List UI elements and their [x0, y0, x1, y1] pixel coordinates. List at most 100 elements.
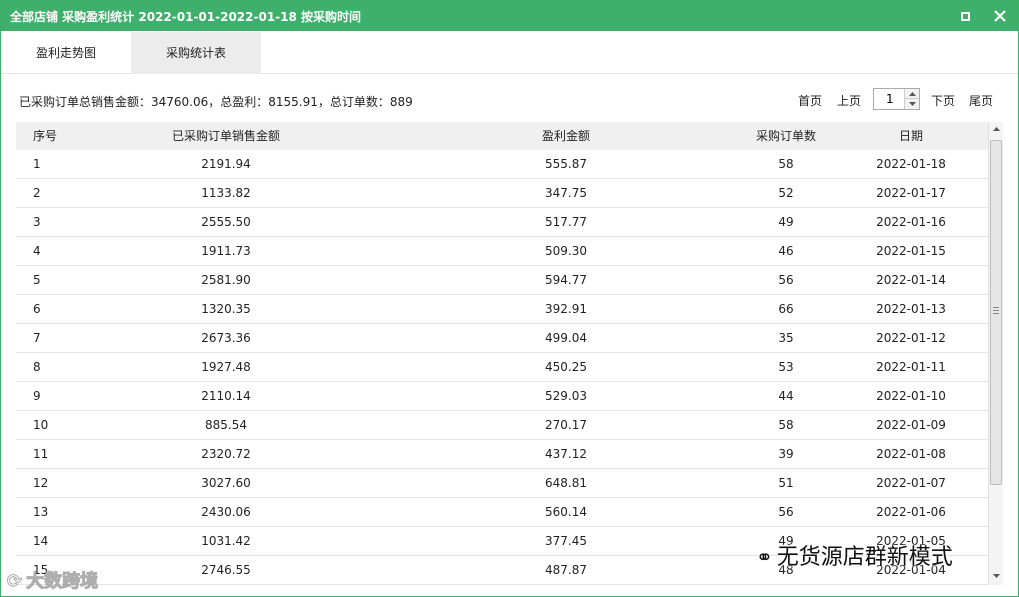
cell-index: 7 — [33, 331, 41, 345]
cell-order-count: 53 — [778, 360, 794, 374]
vertical-scrollbar[interactable] — [988, 122, 1003, 585]
header-order-count[interactable]: 采购订单数 — [716, 122, 856, 150]
page-decrement-button[interactable] — [904, 99, 919, 109]
cell-order-count: 66 — [778, 302, 794, 316]
cell-profit-amount: 270.17 — [545, 418, 587, 432]
cell-order-count: 44 — [778, 389, 794, 403]
scroll-thumb[interactable] — [990, 140, 1002, 485]
cell-profit-amount: 499.04 — [545, 331, 587, 345]
cell-profit-amount: 594.77 — [545, 273, 587, 287]
maximize-button[interactable] — [956, 6, 976, 26]
prev-page-link[interactable]: 上页 — [837, 92, 861, 109]
cell-index: 6 — [33, 302, 41, 316]
cell-profit-amount: 648.81 — [545, 476, 587, 490]
cell-order-count: 35 — [778, 331, 794, 345]
cell-date: 2022-01-11 — [876, 360, 946, 374]
next-page-link[interactable]: 下页 — [931, 92, 955, 109]
cell-profit-amount: 377.45 — [545, 534, 587, 548]
table-row[interactable]: 9 2110.14 529.03 44 2022-01-10 — [16, 382, 988, 411]
page-number-input[interactable] — [874, 89, 904, 109]
cell-date: 2022-01-16 — [876, 215, 946, 229]
header-index[interactable]: 序号 — [33, 122, 73, 150]
tab-profit-trend[interactable]: 盈利走势图 — [1, 32, 131, 74]
table-row[interactable]: 10 885.54 270.17 58 2022-01-09 — [16, 411, 988, 440]
table-row[interactable]: 8 1927.48 450.25 53 2022-01-11 — [16, 353, 988, 382]
cell-order-count: 58 — [778, 418, 794, 432]
table-row[interactable]: 12 3027.60 648.81 51 2022-01-07 — [16, 469, 988, 498]
page-increment-button[interactable] — [904, 89, 919, 99]
cell-sales-amount: 885.54 — [205, 418, 247, 432]
cell-index: 2 — [33, 186, 41, 200]
table-row[interactable]: 4 1911.73 509.30 46 2022-01-15 — [16, 237, 988, 266]
cell-sales-amount: 2673.36 — [201, 331, 251, 345]
cell-index: 4 — [33, 244, 41, 258]
watermark-left: ⟳ 大数跨境 — [6, 567, 99, 593]
last-page-link[interactable]: 尾页 — [969, 92, 993, 109]
cell-date: 2022-01-06 — [876, 505, 946, 519]
table-row[interactable]: 2 1133.82 347.75 52 2022-01-17 — [16, 179, 988, 208]
watermark-right-text: 无货源店群新模式 — [776, 545, 953, 570]
summary-text: 已采购订单总销售金额：34760.06，总盈利：8155.91，总订单数：889 — [19, 95, 413, 109]
tab-bar: 盈利走势图 采购统计表 — [1, 31, 1018, 74]
cell-date: 2022-01-17 — [876, 186, 946, 200]
cell-sales-amount: 2110.14 — [201, 389, 251, 403]
cell-sales-amount: 2191.94 — [201, 157, 251, 171]
table-row[interactable]: 13 2430.06 560.14 56 2022-01-06 — [16, 498, 988, 527]
cell-profit-amount: 560.14 — [545, 505, 587, 519]
stats-window: 全部店铺 采购盈利统计 2022-01-01-2022-01-18 按采购时间 … — [0, 0, 1019, 597]
cell-index: 3 — [33, 215, 41, 229]
table-row[interactable]: 6 1320.35 392.91 66 2022-01-13 — [16, 295, 988, 324]
caret-down-icon — [993, 574, 1000, 578]
cell-index: 9 — [33, 389, 41, 403]
table-row[interactable]: 11 2320.72 437.12 39 2022-01-08 — [16, 440, 988, 469]
cell-profit-amount: 517.77 — [545, 215, 587, 229]
watermark-right: ⚭ 无货源店群新模式 — [756, 539, 953, 571]
cell-index: 13 — [33, 505, 49, 519]
caret-down-icon — [909, 102, 916, 106]
cell-order-count: 51 — [778, 476, 794, 490]
cell-order-count: 56 — [778, 273, 794, 287]
header-date[interactable]: 日期 — [856, 122, 966, 150]
cell-index: 11 — [33, 447, 49, 461]
scroll-down-button[interactable] — [989, 569, 1003, 585]
watermark-left-text: 大数跨境 — [26, 571, 99, 593]
first-page-link[interactable]: 首页 — [798, 92, 822, 109]
header-sales-amount[interactable]: 已采购订单销售金额 — [146, 122, 306, 150]
cell-order-count: 39 — [778, 447, 794, 461]
cell-profit-amount: 437.12 — [545, 447, 587, 461]
header-profit-amount[interactable]: 盈利金额 — [496, 122, 636, 150]
cell-date: 2022-01-12 — [876, 331, 946, 345]
cell-sales-amount: 2581.90 — [201, 273, 251, 287]
cell-index: 8 — [33, 360, 41, 374]
cell-order-count: 46 — [778, 244, 794, 258]
cell-date: 2022-01-10 — [876, 389, 946, 403]
table-body: 1 2191.94 555.87 58 2022-01-18 2 1133.82 347.75… — [16, 150, 988, 585]
cell-sales-amount: 1031.42 — [201, 534, 251, 548]
cell-sales-amount: 2320.72 — [201, 447, 251, 461]
cell-profit-amount: 392.91 — [545, 302, 587, 316]
cell-sales-amount: 3027.60 — [201, 476, 251, 490]
cell-order-count: 58 — [778, 157, 794, 171]
tab-purchase-stats[interactable]: 采购统计表 — [131, 32, 261, 74]
table-row[interactable]: 1 2191.94 555.87 58 2022-01-18 — [16, 150, 988, 179]
cell-date: 2022-01-09 — [876, 418, 946, 432]
cell-profit-amount: 529.03 — [545, 389, 587, 403]
window-title: 全部店铺 采购盈利统计 2022-01-01-2022-01-18 按采购时间 — [10, 10, 362, 24]
cell-sales-amount: 2746.55 — [201, 563, 251, 577]
cell-date: 2022-01-15 — [876, 244, 946, 258]
stats-table: 序号 已采购订单销售金额 盈利金额 采购订单数 日期 1 2191.94 555.8… — [16, 122, 1003, 585]
grip-icon — [993, 307, 999, 314]
table-row[interactable]: 3 2555.50 517.77 49 2022-01-16 — [16, 208, 988, 237]
cell-date: 2022-01-07 — [876, 476, 946, 490]
cell-order-count: 49 — [778, 215, 794, 229]
caret-up-icon — [909, 92, 916, 96]
table-row[interactable]: 5 2581.90 594.77 56 2022-01-14 — [16, 266, 988, 295]
cell-order-count: 56 — [778, 505, 794, 519]
cell-order-count: 52 — [778, 186, 794, 200]
close-button[interactable] — [990, 6, 1010, 26]
scroll-up-button[interactable] — [989, 122, 1003, 138]
cell-sales-amount: 1320.35 — [201, 302, 251, 316]
cell-date: 2022-01-18 — [876, 157, 946, 171]
table-row[interactable]: 7 2673.36 499.04 35 2022-01-12 — [16, 324, 988, 353]
page-number-stepper[interactable] — [873, 88, 920, 110]
